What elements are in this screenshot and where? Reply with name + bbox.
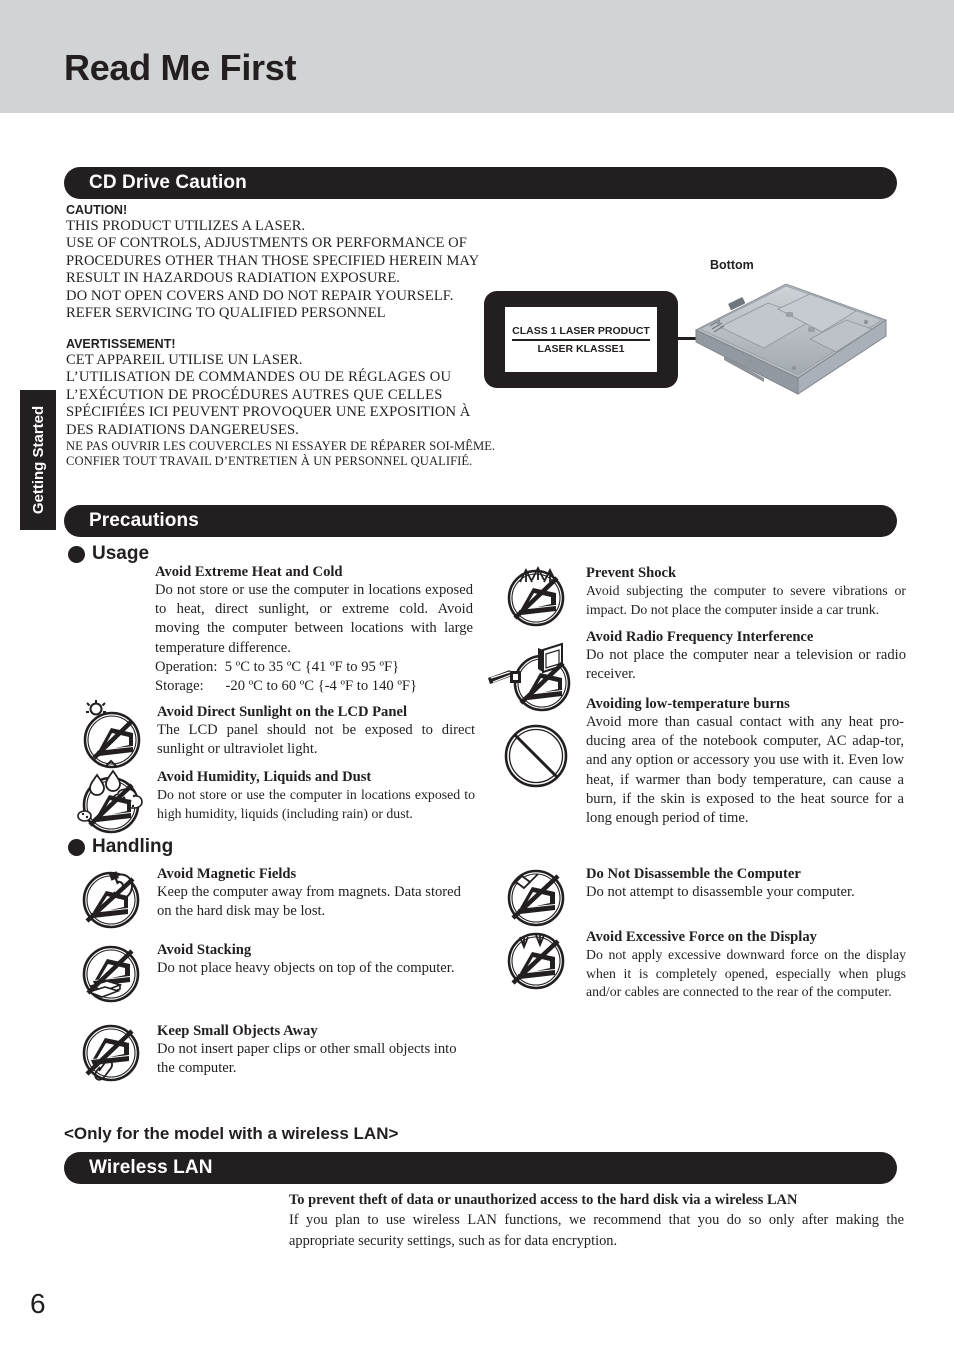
group-heading-label: Handling [92,836,174,857]
no-direct-sunlight-lcd-icon [75,700,147,772]
precaution-item-title: Avoid Excessive Force on the Display [586,929,817,945]
no-disassemble-icon [500,862,572,934]
caution-line: REFER SERVICING TO QUALIFIED PERSONNEL [66,305,386,322]
wireless-lan-model-note: <Only for the model with a wireless LAN> [64,1124,399,1143]
caution-kicker: CAUTION! [66,203,128,217]
avertissement-line-small: CONFIER TOUT TRAVAIL D’ENTRETIEN À UN PE… [66,454,473,469]
precaution-item-body: Do not store or use the computer in loca… [155,582,473,656]
section-bar-wireless-lan: Wireless LAN [64,1152,897,1184]
no-shock-impact-icon [500,560,572,632]
prohibition-circle-icon [500,720,572,792]
no-radio-frequency-interference-icon [488,638,584,724]
precaution-item-title: Avoid Magnetic Fields [157,866,297,882]
precaution-item-title: Avoid Humidity, Liquids and Dust [157,769,372,785]
precaution-item-body: The LCD panel should not be exposed to d… [157,722,475,758]
no-small-objects-icon [75,1019,147,1091]
precaution-item-title: Avoid Radio Frequency Interference [586,629,814,645]
section-bar-precautions: Precautions [64,505,897,537]
group-heading-label: Usage [92,543,150,564]
precaution-item-body: Do not place the computer near a televis… [586,647,906,683]
temperature-operation-label: Operation: [155,658,218,675]
caution-line: USE OF CONTROLS, ADJUSTMENTS OR PERFORMA… [66,235,467,252]
avertissement-line: CET APPAREIL UTILISE UN LASER. [66,352,303,368]
temperature-storage-label: Storage: [155,678,204,695]
avertissement-line: L’UTILISATION DE COMMANDES OU DE RÉGLAGE… [66,369,452,386]
group-heading-usage: Usage [68,543,149,565]
precaution-item-title: Avoid Stacking [157,942,252,958]
section-bar-label: CD Drive Caution [89,172,247,193]
section-bar-label: Wireless LAN [89,1157,213,1178]
side-tab-getting-started: Getting Started [20,390,56,530]
bullet-dot-icon [68,545,85,563]
cd-caution-english-block: CAUTION! THIS PRODUCT UTILIZES A LASER. … [66,203,486,322]
wireless-lan-body: To prevent theft of data or unauthorized… [289,1190,904,1251]
temperature-storage-value: -20 ºC to 60 ºC {-4 ºF to 140 ºF} [225,678,417,695]
no-magnets-icon [75,862,147,934]
no-humidity-liquids-dust-icon [75,765,147,837]
caution-line: RESULT IN HAZARDOUS RADIATION EXPOSURE. [66,270,400,287]
precaution-item-title: Avoiding low-temperature burns [586,696,790,712]
bullet-dot-icon [68,838,85,856]
precaution-item-title: Avoid Direct Sunlight on the LCD Panel [157,704,408,720]
section-bar-label: Precautions [89,510,199,531]
temperature-storage-row: Storage: -20 ºC to 60 ºC {-4 ºF to 140 º… [155,677,475,696]
precaution-item-body: Do not place heavy objects on top of the… [157,960,455,976]
caution-line: PROCEDURES OTHER THAN THOSE SPECIFIED HE… [66,252,480,269]
avertissement-line-small: NE PAS OUVRIR LES COUVERCLES NI ESSAYER … [66,439,496,454]
avertissement-line: SPÉCIFIÉES ICI PEUVENT PROVOQUER UNE EXP… [66,404,471,421]
page-title: Read Me First [64,47,297,88]
page-number: 6 [30,1288,46,1319]
precaution-item-body: Do not insert paper clips or other small… [157,1041,457,1077]
section-bar-cd-drive-caution: CD Drive Caution [64,167,897,199]
side-tab-label: Getting Started [29,405,47,515]
avertissement-line: DES RADIATIONS DANGEREUSES. [66,421,299,438]
cd-caution-french-block: AVERTISSEMENT! CET APPAREIL UTILISE UN L… [66,337,496,470]
precaution-item-avoid-extreme-heat-and-cold: Avoid Extreme Heat and Cold Do not store… [155,563,475,696]
laser-label-line-2: LASER KLASSE1 [537,342,625,355]
precaution-item-title: Prevent Shock [586,565,677,581]
no-stacking-icon [75,938,147,1010]
wireless-lan-text: If you plan to use wireless LAN function… [289,1212,904,1249]
precaution-item-body: Do not store or use the computer in loca… [157,787,475,821]
precaution-item-title: Avoid Extreme Heat and Cold [155,564,343,580]
precaution-item-title: Keep Small Objects Away [157,1023,318,1039]
precaution-item-body: Avoid more than casual contact with any … [586,714,904,827]
caution-line: DO NOT OPEN COVERS AND DO NOT REPAIR YOU… [66,287,454,304]
no-excessive-force-display-icon [500,925,572,997]
group-heading-handling: Handling [68,836,173,858]
precaution-item-title: Do Not Disassemble the Computer [586,866,801,882]
laptop-bottom-illustration [690,282,890,397]
wireless-lan-title: To prevent theft of data or unauthorized… [289,1192,798,1208]
temperature-operation-value: 5 ºC to 35 ºC {41 ºF to 95 ºF} [224,658,400,675]
avertissement-line: L’EXÉCUTION DE PROCÉDURES AUTRES QUE CEL… [66,386,443,403]
bottom-caption-label: Bottom [710,258,754,272]
laser-label-line-1: CLASS 1 LASER PRODUCT [512,325,650,341]
caution-line: THIS PRODUCT UTILIZES A LASER. [66,218,306,234]
precaution-item-body: Avoid subjecting the computer to severe … [586,583,906,617]
temperature-operation-row: Operation: 5 ºC to 35 ºC {41 ºF to 95 ºF… [155,658,475,677]
laser-product-label: CLASS 1 LASER PRODUCT LASER KLASSE1 [484,291,678,388]
precaution-item-body: Keep the computer away from magnets. Dat… [157,884,461,920]
avertissement-kicker: AVERTISSEMENT! [66,337,176,351]
precaution-item-body: Do not apply excessive downward force on… [586,947,906,1000]
precaution-item-body: Do not attempt to disassemble your compu… [586,884,855,900]
